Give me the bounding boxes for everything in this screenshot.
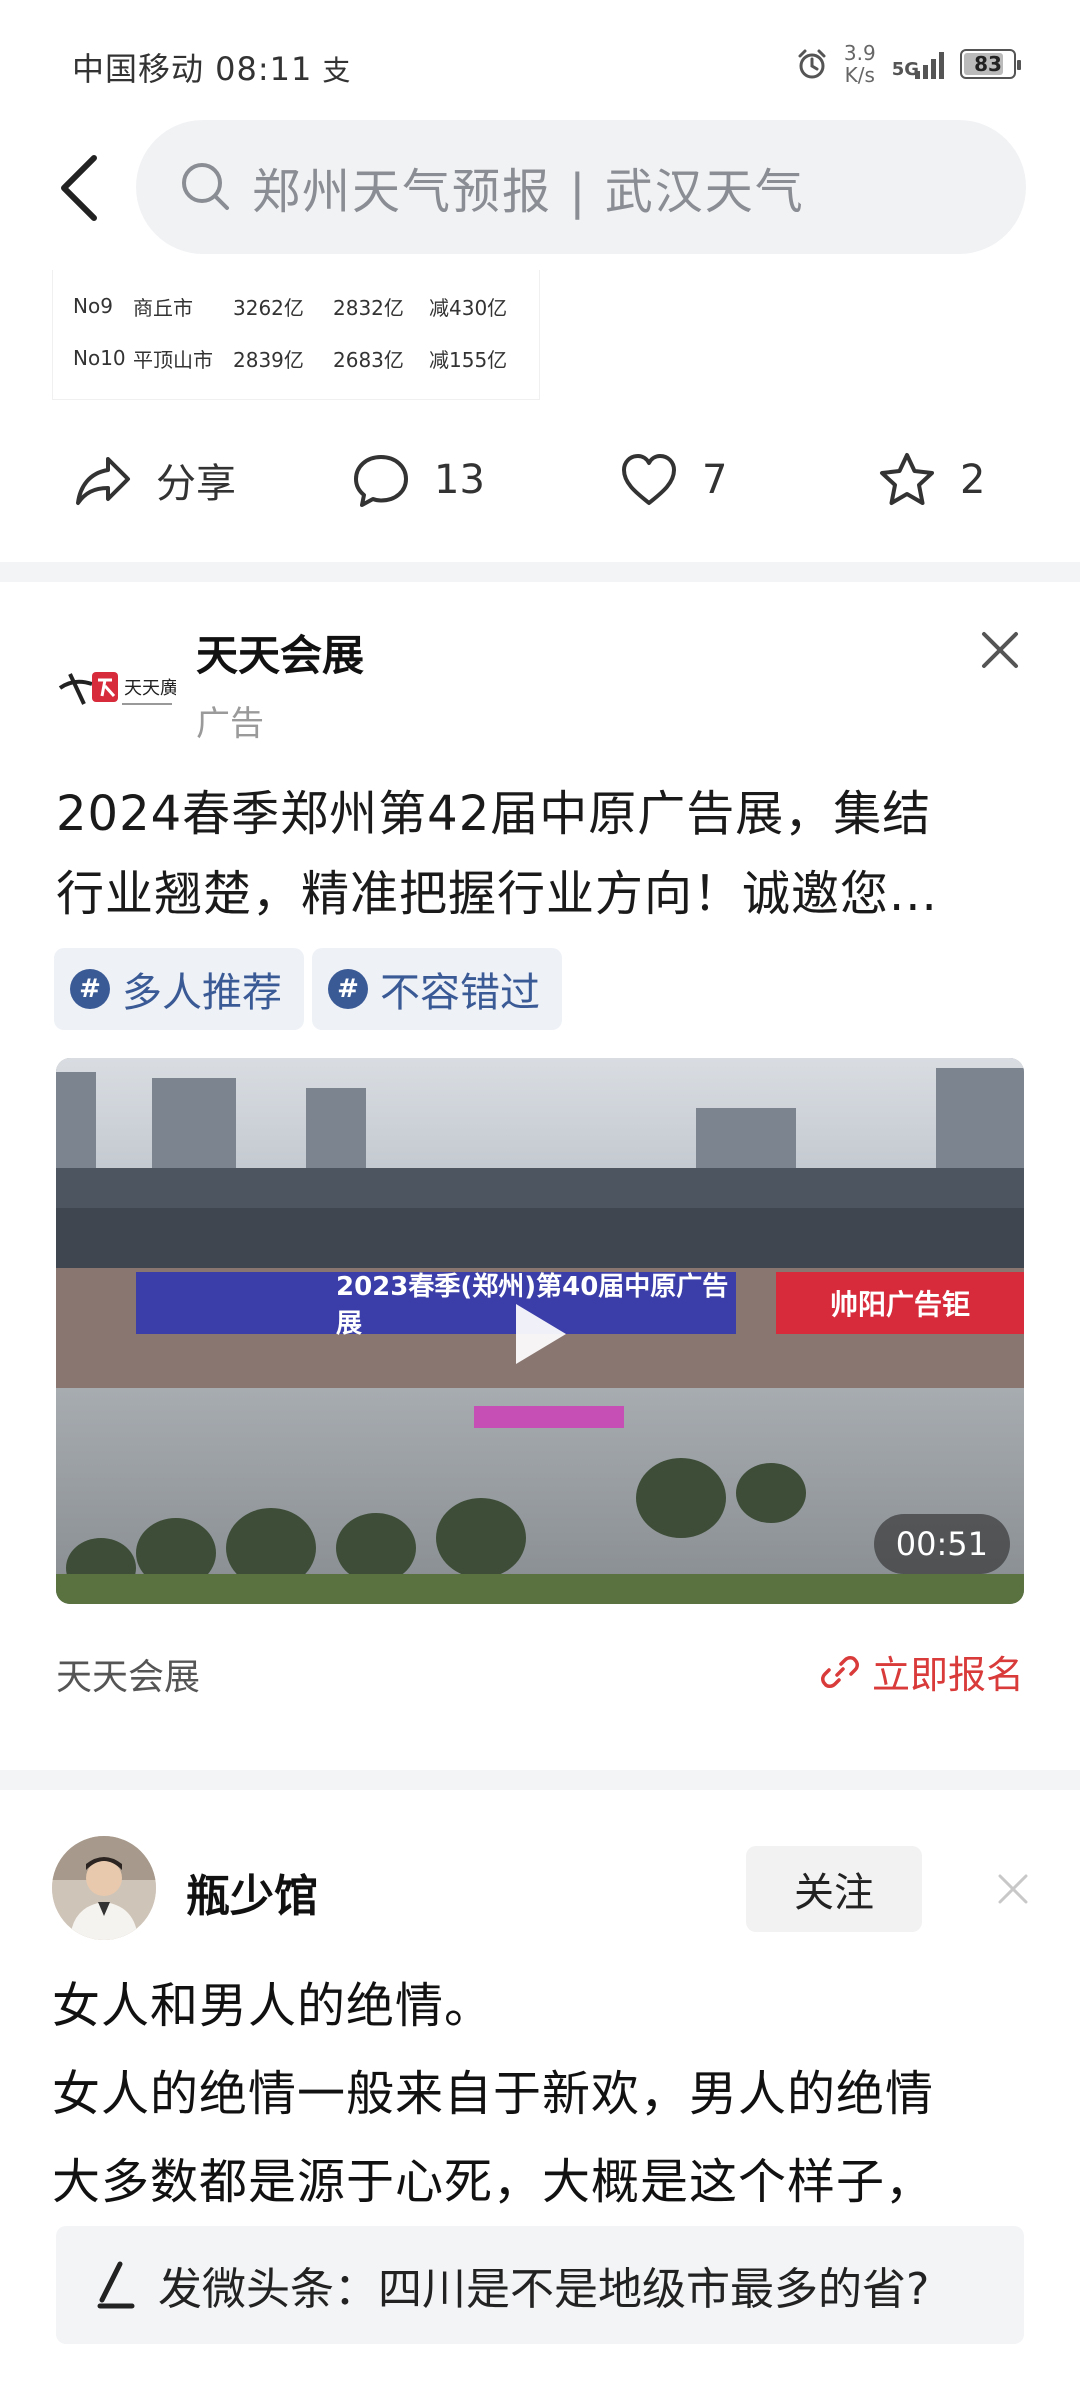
post-text-line: 女人的绝情一般来自于新欢，男人的绝情: [52, 2066, 935, 2122]
post-body[interactable]: 女人和男人的绝情。 女人的绝情一般来自于新欢，男人的绝情 大多数都是源于心死，大…: [52, 1962, 1042, 2226]
post-author[interactable]: 瓶少馆: [186, 1860, 318, 1924]
video-tree: [336, 1513, 416, 1583]
follow-button[interactable]: 关注: [746, 1846, 922, 1932]
advertiser-logo-text: 天天廣告: [124, 678, 176, 699]
table-row: No9 商丘市 3262亿 2832亿 减430亿: [53, 280, 539, 332]
table-cell: 平顶山市: [133, 347, 213, 372]
carrier-time: 中国移动 08:11: [72, 50, 313, 88]
video-grass: [56, 1574, 1024, 1604]
video-roof: [56, 1208, 1024, 1268]
video-tree: [736, 1463, 806, 1523]
avatar-image: [52, 1836, 156, 1940]
table-cell: 商丘市: [133, 295, 193, 320]
signup-label: 立即报名: [871, 1653, 1024, 1697]
video-banner: 2023春季(郑州)第40届中原广告展: [136, 1272, 736, 1339]
alipay-icon: 支: [322, 54, 352, 87]
advertiser-logo-graphic: 天天廣告: [58, 672, 196, 705]
ad-video[interactable]: 2023春季(郑州)第40届中原广告展 帅阳广告钜 00:51: [56, 1058, 1024, 1604]
share-button[interactable]: 分享: [72, 448, 236, 512]
table-cell: 减430亿: [429, 295, 508, 320]
search-bar[interactable]: 郑州天气预报 | 武汉天气: [136, 120, 1026, 254]
video-building: [936, 1068, 1024, 1168]
video-building: [306, 1088, 366, 1168]
table-cell: 2839亿: [233, 347, 304, 372]
comment-count: 13: [434, 457, 485, 503]
signup-button[interactable]: 立即报名: [820, 1644, 1024, 1699]
tag-label: 多人推荐: [122, 970, 282, 1016]
table-cell: No10: [73, 346, 126, 370]
share-label: 分享: [156, 461, 236, 507]
dismiss-post-button[interactable]: [996, 1872, 1030, 1906]
section-divider: [0, 562, 1080, 582]
video-duration: 00:51: [873, 1514, 1010, 1574]
network-speed: 3.9 K/s: [844, 42, 876, 86]
tag-chip[interactable]: # 不容错过: [312, 948, 562, 1030]
alarm-icon: [798, 49, 826, 79]
table-image[interactable]: No9 商丘市 3262亿 2832亿 减430亿 No10 平顶山市 2839…: [52, 270, 540, 400]
video-banner: 帅阳广告钜: [776, 1272, 1024, 1334]
like-button[interactable]: 7: [618, 448, 727, 512]
table-cell: No9: [73, 294, 113, 318]
video-tree: [436, 1498, 526, 1578]
video-roof: [56, 1168, 1024, 1208]
link-icon: [820, 1655, 859, 1688]
comment-button[interactable]: 13: [350, 448, 485, 512]
table-cell: 2832亿: [333, 295, 404, 320]
table-cell: 减155亿: [429, 347, 508, 372]
tag-chip[interactable]: # 多人推荐: [54, 948, 304, 1030]
like-count: 7: [702, 457, 728, 503]
video-tree: [636, 1458, 726, 1538]
speed-unit: K/s: [844, 63, 875, 87]
close-ad-button[interactable]: [978, 628, 1022, 672]
heart-icon: [622, 454, 676, 505]
signal-bars: [915, 49, 944, 79]
status-right: 3.9 K/s 5G 83: [796, 40, 1021, 88]
ad-title-line: 行业翘楚，精准把握行业方向！诚邀您...: [56, 866, 938, 922]
tag-label: 不容错过: [380, 970, 540, 1016]
favorite-button[interactable]: 2: [876, 448, 985, 512]
ad-footer-advertiser[interactable]: 天天会展: [56, 1648, 200, 1700]
post-text-line: 大多数都是源于心死，大概是这个样子，: [52, 2154, 935, 2210]
video-building: [56, 1072, 96, 1168]
section-divider: [0, 1770, 1080, 1790]
advertiser-logo[interactable]: 天天廣告: [56, 660, 196, 716]
ad-title-line: 2024春季郑州第42届中原广告展，集结: [56, 786, 932, 842]
post-text-line: 女人和男人的绝情。: [52, 1978, 494, 2034]
close-icon: [998, 1874, 1028, 1904]
play-icon[interactable]: [496, 1294, 576, 1374]
table-cell: 2683亿: [333, 347, 404, 372]
video-building: [696, 1108, 796, 1168]
table-cell: 3262亿: [233, 295, 304, 320]
pen-icon: [97, 2261, 135, 2309]
favorite-count: 2: [960, 457, 986, 503]
search-query: 郑州天气预报 | 武汉天气: [252, 164, 805, 220]
compose-bar[interactable]: 发微头条：四川是不是地级市最多的省?: [56, 2226, 1024, 2344]
share-icon: [76, 457, 130, 505]
ad-label: 广告: [196, 704, 264, 744]
signal-icon: 5G: [892, 49, 944, 79]
battery-icon: 83: [960, 49, 1021, 79]
ad-title[interactable]: 2024春季郑州第42届中原广告展，集结 行业翘楚，精准把握行业方向！诚邀您..…: [56, 774, 1024, 934]
video-stage: [474, 1406, 624, 1428]
status-left: 中国移动 08:11 支: [72, 44, 351, 90]
advertiser-name[interactable]: 天天会展: [196, 622, 364, 683]
search-icon: [182, 163, 229, 210]
back-button[interactable]: [50, 148, 110, 228]
comment-icon: [354, 455, 408, 507]
avatar[interactable]: [52, 1836, 156, 1940]
table-row: No10 平顶山市 2839亿 2683亿 减155亿: [53, 332, 539, 384]
compose-prompt: 发微头条：四川是不是地级市最多的省?: [158, 2264, 930, 2315]
chevron-left-icon: [61, 155, 97, 221]
close-icon: [982, 632, 1018, 668]
speed-value: 3.9: [843, 41, 876, 65]
action-bar: 分享 13 7 2: [0, 430, 1080, 530]
hashtag-icon: #: [328, 969, 368, 1009]
star-icon: [880, 453, 934, 505]
status-bar: 中国移动 08:11 支 3.9 K/s 5G 83: [0, 0, 1080, 120]
video-building: [152, 1078, 236, 1168]
hashtag-icon: #: [70, 969, 110, 1009]
battery-level: 83: [974, 52, 1002, 76]
